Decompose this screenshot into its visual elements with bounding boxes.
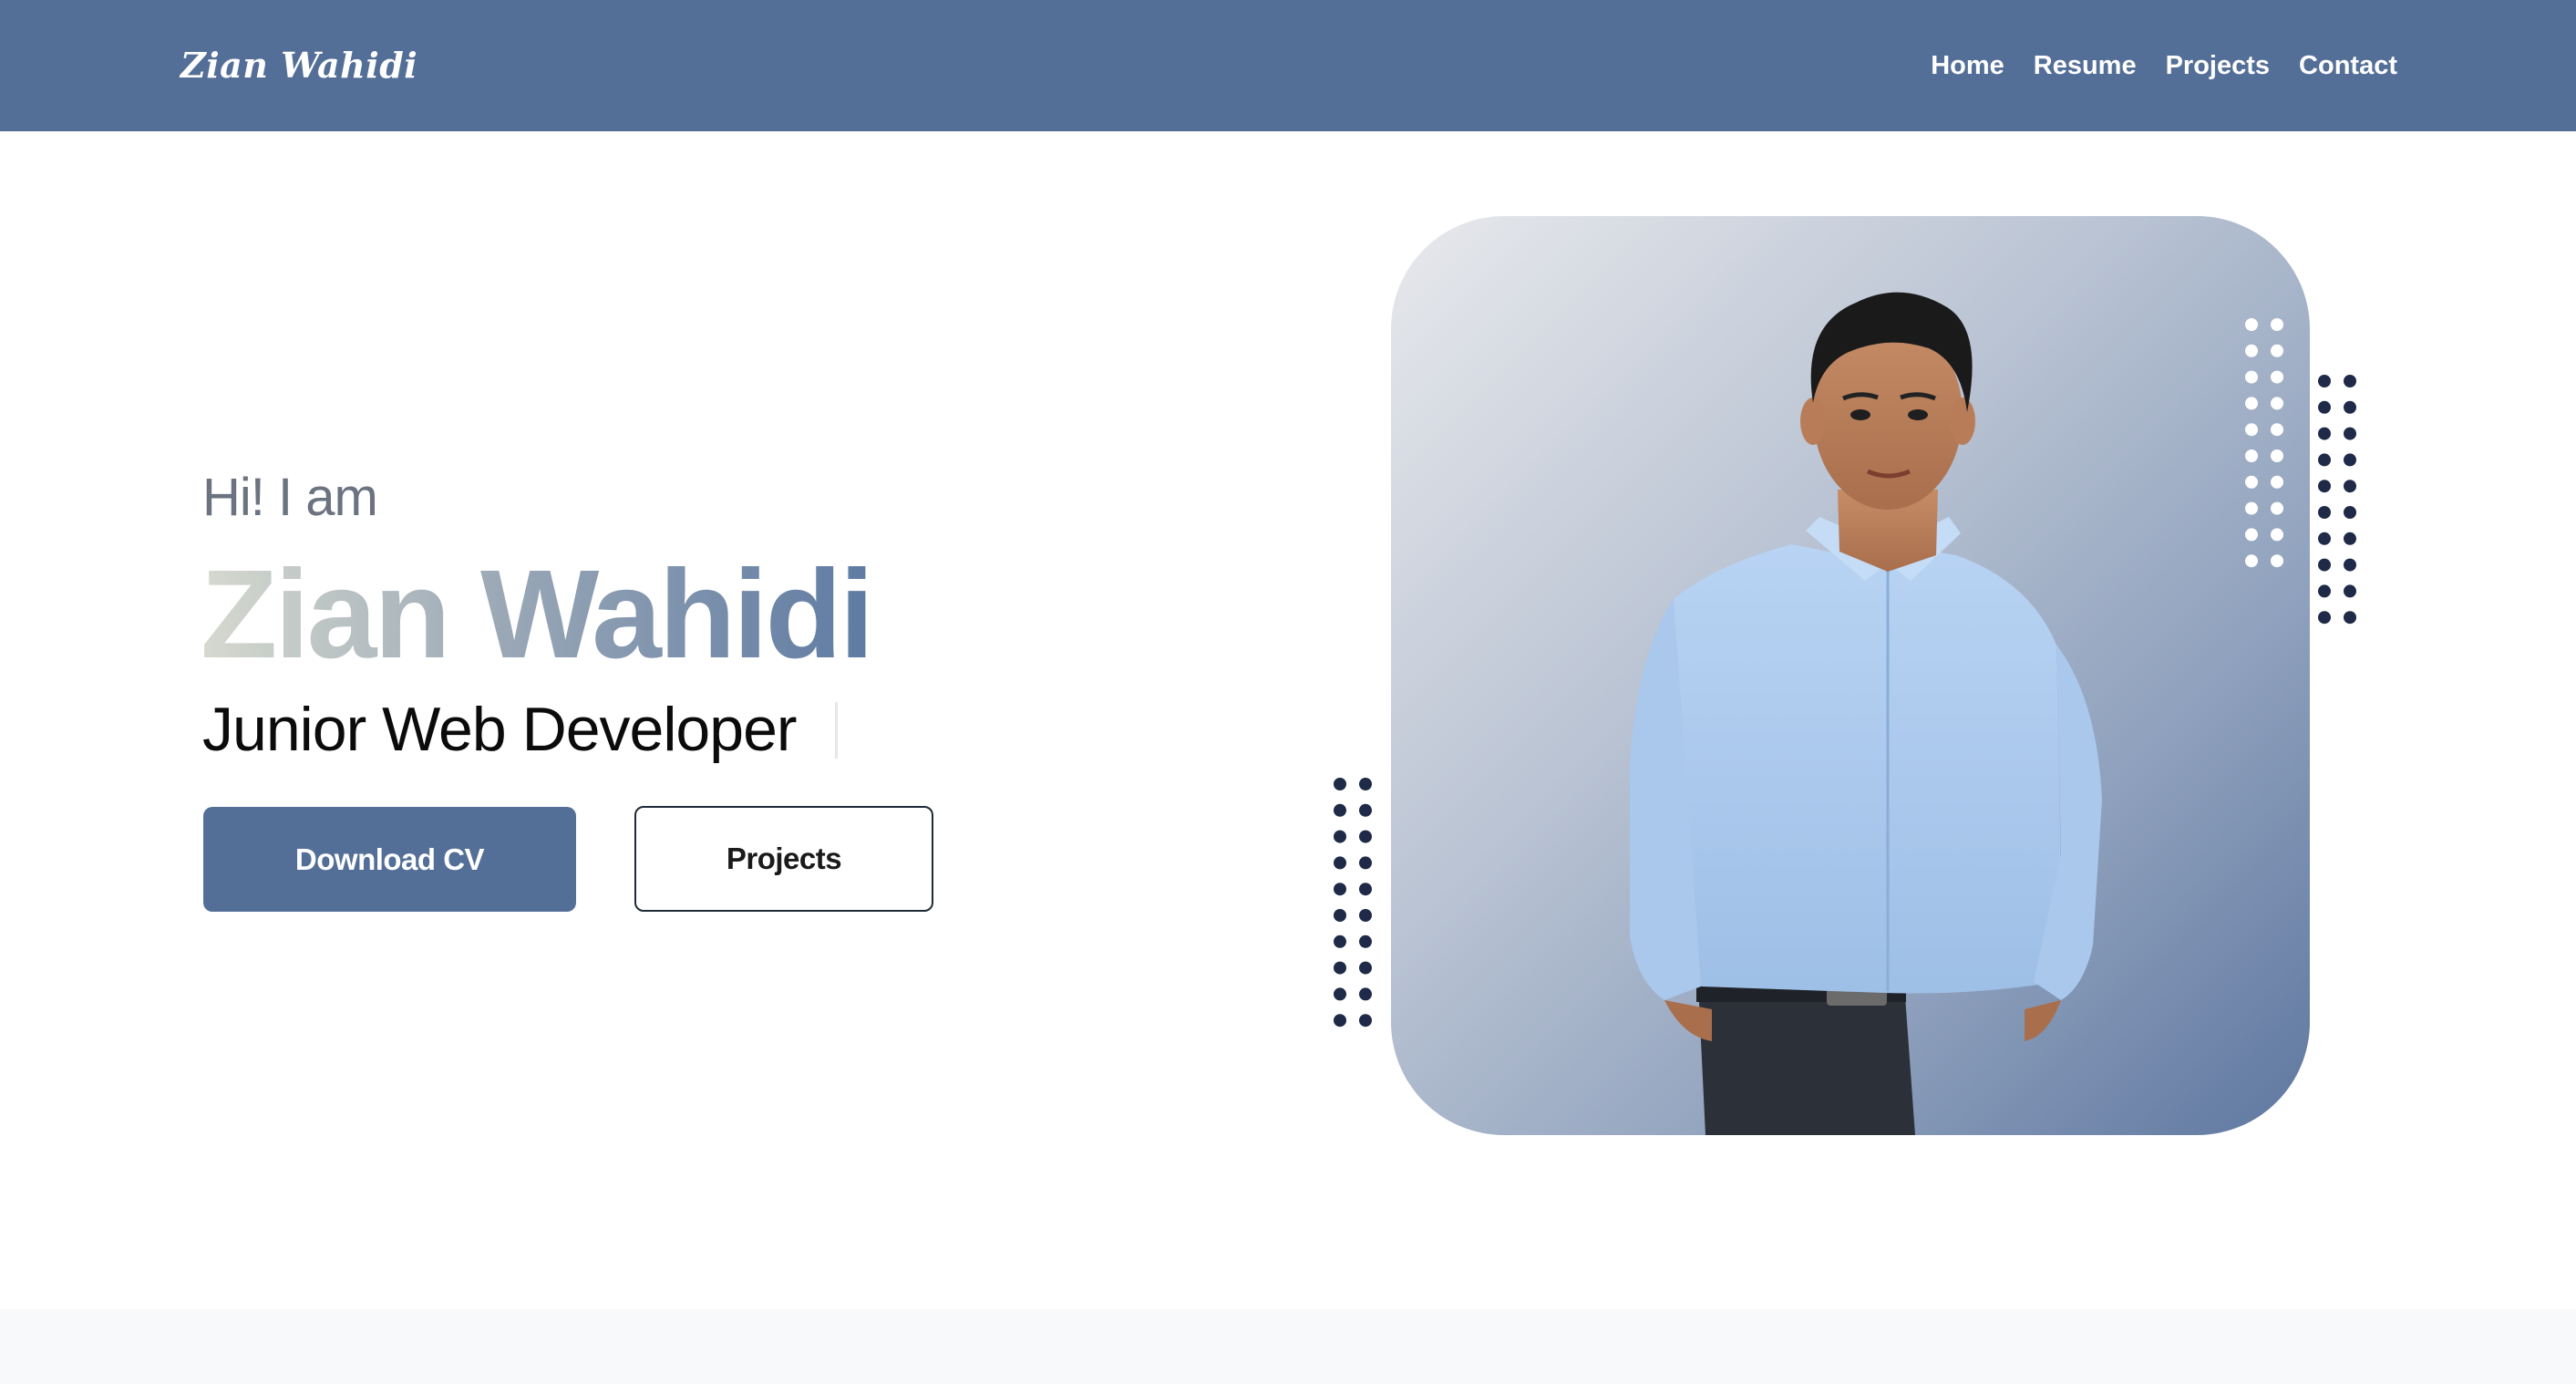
nav-link-home[interactable]: Home xyxy=(1931,42,2004,89)
decor-dot xyxy=(2344,558,2356,572)
decor-dot xyxy=(2271,423,2283,437)
download-cv-button[interactable]: Download CV xyxy=(203,807,576,912)
decor-dot xyxy=(2271,528,2283,542)
decor-dot xyxy=(1334,856,1346,870)
decor-dot xyxy=(1359,883,1372,896)
decor-dot xyxy=(2318,400,2331,414)
nav-link-contact[interactable]: Contact xyxy=(2299,42,2397,89)
decor-dot xyxy=(2318,558,2331,572)
decor-dot xyxy=(1359,778,1372,790)
typing-caret xyxy=(835,702,838,759)
decor-dot xyxy=(1359,987,1372,1001)
decor-dot xyxy=(2245,501,2258,515)
decor-dot xyxy=(1334,909,1346,922)
decor-dot xyxy=(1334,987,1346,1001)
decor-dot xyxy=(2318,427,2331,440)
decor-dot xyxy=(2271,554,2283,568)
decor-dot xyxy=(1359,909,1372,922)
decor-dot xyxy=(1334,961,1346,975)
decor-dot xyxy=(2318,375,2331,387)
portrait-card xyxy=(1391,216,2310,1135)
decor-dot xyxy=(2344,400,2356,414)
decor-dot xyxy=(2271,344,2283,357)
brand-logo[interactable]: Zian Wahidi xyxy=(180,40,417,91)
decor-dot xyxy=(2318,506,2331,519)
hero-name: Zian Wahidi xyxy=(201,542,874,687)
person-portrait-image xyxy=(1630,292,2102,1135)
decor-dot xyxy=(1359,830,1372,843)
decor-dot xyxy=(2344,453,2356,467)
decor-dot xyxy=(1334,1014,1346,1028)
decor-dot xyxy=(2344,506,2356,519)
decor-dot xyxy=(2271,449,2283,462)
decor-dot xyxy=(1359,803,1372,817)
decor-dot xyxy=(2271,318,2283,331)
decor-dot xyxy=(1334,935,1346,948)
decor-dot xyxy=(2271,397,2283,410)
decor-dot xyxy=(2245,318,2258,331)
decor-dot xyxy=(2344,427,2356,440)
decor-dot xyxy=(2318,480,2331,493)
main-nav: Home Resume Projects Contact xyxy=(1901,42,2397,89)
decor-dot xyxy=(2344,611,2356,625)
nav-link-resume[interactable]: Resume xyxy=(2034,42,2137,89)
decor-dot xyxy=(1359,961,1372,975)
decor-dot xyxy=(2344,584,2356,598)
decor-dot xyxy=(2271,501,2283,515)
dot-grid-right-white xyxy=(2245,318,2283,568)
decor-dot xyxy=(2245,449,2258,462)
dot-grid-left-dark xyxy=(1334,778,1372,1028)
decor-dot xyxy=(2318,584,2331,598)
decor-dot xyxy=(2271,370,2283,384)
decor-dot xyxy=(1334,830,1346,843)
decor-dot xyxy=(2245,528,2258,542)
decor-dot xyxy=(2245,423,2258,437)
decor-dot xyxy=(2344,375,2356,387)
decor-dot xyxy=(1359,856,1372,870)
decor-dot xyxy=(2245,554,2258,568)
decor-dot xyxy=(1334,883,1346,896)
decor-dot xyxy=(2271,475,2283,489)
dot-grid-right-dark xyxy=(2318,375,2356,625)
decor-dot xyxy=(2245,344,2258,357)
hero-greeting: Hi! I am xyxy=(202,468,378,527)
decor-dot xyxy=(2245,370,2258,384)
nav-link-projects[interactable]: Projects xyxy=(2166,42,2270,89)
hero-role: Junior Web Developer xyxy=(202,695,798,764)
decor-dot xyxy=(2245,397,2258,410)
decor-dot xyxy=(1334,778,1346,790)
next-section-edge xyxy=(0,1309,2576,1384)
decor-dot xyxy=(1359,1014,1372,1028)
decor-dot xyxy=(1359,935,1372,948)
decor-dot xyxy=(2318,532,2331,545)
navbar: Zian Wahidi Home Resume Projects Contact xyxy=(0,0,2576,131)
decor-dot xyxy=(2344,532,2356,545)
decor-dot xyxy=(2344,480,2356,493)
decor-dot xyxy=(2318,453,2331,467)
projects-button[interactable]: Projects xyxy=(634,806,933,912)
decor-dot xyxy=(1334,803,1346,817)
decor-dot xyxy=(2318,611,2331,625)
decor-dot xyxy=(2245,475,2258,489)
